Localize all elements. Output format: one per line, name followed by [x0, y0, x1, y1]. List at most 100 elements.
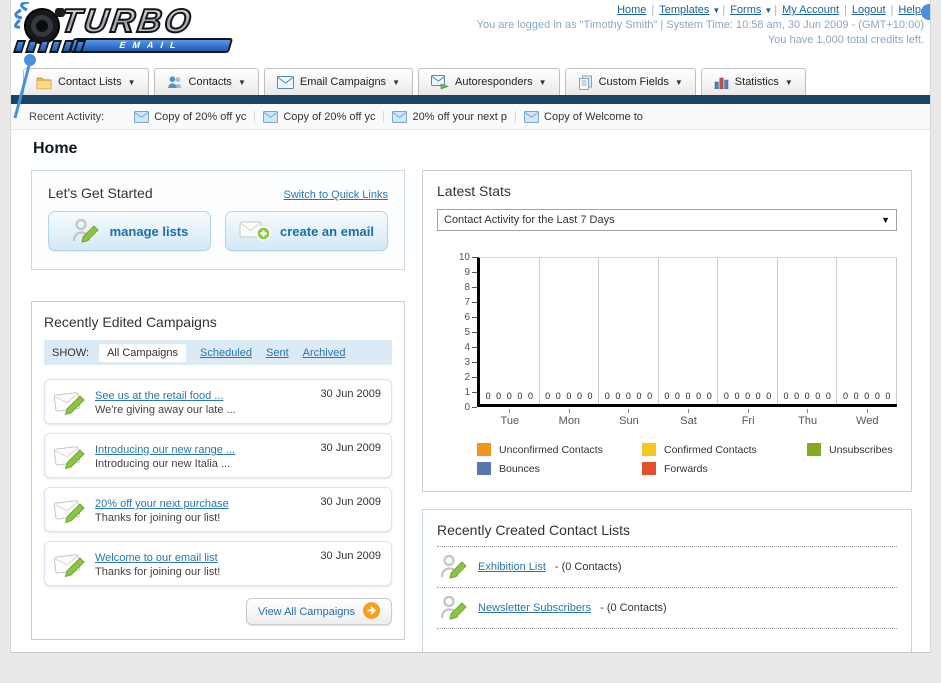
contact-activity-chart: 0 1 2 3 4 5 6 7 8 9 10 000000000000000000000000000…	[451, 252, 898, 427]
chart-y-axis: 0 1 2 3 4 5 6 7 8 9 10	[451, 252, 477, 413]
tab-label: Contact Lists	[58, 76, 122, 88]
tab-contacts[interactable]: Contacts ▼	[153, 68, 259, 95]
top-link-my-account[interactable]: My Account	[782, 4, 839, 16]
recent-activity-item[interactable]: Copy of 20% off yc	[255, 110, 385, 123]
chevron-down-icon: ▼	[674, 77, 683, 87]
view-all-campaigns-label: View All Campaigns	[257, 605, 355, 618]
y-tick-label: 1	[464, 387, 477, 398]
chart-x-axis: Tue Mon Sun Sat Fri Thu Wed	[480, 409, 897, 427]
campaign-row[interactable]: Introducing our new range ... Introducing…	[44, 433, 392, 478]
chart-zero-labels: 00000	[723, 391, 772, 401]
filter-archived[interactable]: Archived	[303, 347, 346, 359]
legend-item: Forwards	[642, 462, 807, 475]
recent-activity-item[interactable]: Copy of 20% off yc	[126, 110, 256, 123]
tab-statistics[interactable]: Statistics ▼	[700, 68, 806, 95]
tab-email-campaigns[interactable]: Email Campaigns ▼	[263, 68, 413, 95]
link-separator: |	[844, 4, 847, 16]
link-separator: |	[722, 4, 726, 16]
legend-swatch	[642, 462, 656, 475]
recent-activity-item-label: Copy of 20% off yc	[283, 110, 376, 123]
manage-lists-button[interactable]: manage lists	[48, 211, 211, 251]
get-started-button-label: manage lists	[109, 223, 189, 239]
filter-sent[interactable]: Sent	[266, 347, 289, 359]
chart-zero-labels: 00000	[843, 391, 891, 401]
y-tick-label: 5	[464, 327, 477, 338]
latest-stats-panel: Latest Stats Contact Activity for the La…	[422, 170, 912, 492]
stats-range-value: Contact Activity for the Last 7 Days	[444, 214, 615, 226]
x-tick-label: Sun	[599, 409, 659, 427]
chart-day-group: 00000	[718, 258, 778, 404]
x-tick-label: Wed	[837, 409, 897, 427]
recent-activity-label: Recent Activity:	[29, 110, 105, 123]
tab-contact-lists[interactable]: Contact Lists ▼	[23, 68, 149, 95]
campaign-title-link[interactable]: Introducing our new range ...	[95, 444, 235, 456]
list-pencil-icon	[439, 553, 469, 581]
campaign-title-link[interactable]: See us at the retail food ...	[95, 390, 223, 402]
credits-info: You have 1,000 total credits left.	[767, 34, 924, 46]
contact-list-row[interactable]: Exhibition List - (0 Contacts)	[437, 547, 897, 588]
recent-activity-item[interactable]: Copy of Welcome to	[516, 110, 651, 123]
campaigns-title: Recently Edited Campaigns	[44, 314, 217, 330]
link-separator: |	[774, 4, 778, 16]
chart-zero-labels: 00000	[545, 391, 593, 401]
email-plus-icon	[239, 219, 271, 243]
legend-item: Bounces	[477, 462, 642, 475]
campaign-edit-icon	[53, 494, 87, 524]
campaign-date: 30 Jun 2009	[320, 388, 381, 400]
chevron-down-icon: ▼	[538, 77, 547, 87]
top-link-templates[interactable]: Templates	[659, 4, 709, 16]
recent-activity-item[interactable]: 20% off your next p	[384, 110, 517, 123]
x-tick-label: Fri	[718, 409, 778, 427]
stats-range-dropdown[interactable]: Contact Activity for the Last 7 Days ▼	[437, 209, 897, 231]
app-window: TURBO EMAIL Home | Templates ▼ | Forms ▼ | My Ac…	[10, 0, 931, 653]
campaign-row[interactable]: 20% off your next purchase Thanks for joi…	[44, 487, 392, 532]
y-tick-label: 6	[464, 312, 477, 323]
contact-list-count: - (0 Contacts)	[554, 561, 622, 573]
tab-autoresponders[interactable]: Autoresponders ▼	[417, 68, 560, 95]
chart-day-group: 00000	[837, 258, 898, 404]
tab-custom-fields[interactable]: Custom Fields ▼	[564, 68, 696, 95]
recent-campaigns-panel: Recently Edited Campaigns SHOW: All Camp…	[31, 301, 405, 640]
list-pencil-icon	[71, 217, 101, 245]
recent-contact-lists-panel: Recently Created Contact Lists Exhibitio…	[422, 509, 912, 652]
campaign-filter-bar: SHOW: All Campaigns Scheduled Sent Archived	[44, 340, 392, 365]
campaign-row[interactable]: Welcome to our email list Thanks for join…	[44, 541, 392, 586]
top-link-forms[interactable]: Forms	[730, 4, 761, 16]
header-right: Home | Templates ▼ | Forms ▼ | My Account | Logout…	[477, 4, 924, 46]
recent-activity-items: Copy of 20% off yc Copy of 20% off yc 20% …	[126, 110, 651, 123]
top-link-help[interactable]: Help	[898, 4, 921, 16]
main-content: Home Let's Get Started Switch to Quick L…	[11, 130, 930, 652]
chart-day-group: 00000	[778, 258, 838, 404]
envelope-icon	[276, 75, 294, 89]
recent-activity-item-label: 20% off your next p	[412, 110, 508, 123]
small-envelope-icon	[392, 110, 408, 123]
latest-stats-title: Latest Stats	[437, 183, 511, 199]
contact-list-row[interactable]: Newsletter Subscribers - (0 Contacts)	[437, 588, 897, 629]
app-logo[interactable]: TURBO EMAIL	[12, 1, 263, 60]
switch-quick-links-link[interactable]: Switch to Quick Links	[283, 189, 388, 201]
contact-list-link[interactable]: Exhibition List	[478, 561, 546, 573]
filter-scheduled[interactable]: Scheduled	[200, 347, 252, 359]
logo-title: TURBO	[57, 1, 197, 40]
tab-label: Email Campaigns	[299, 76, 387, 88]
recent-activity-item-label: Copy of 20% off yc	[154, 110, 247, 123]
create-an-email-button[interactable]: create an email	[225, 211, 388, 251]
campaign-title-link[interactable]: 20% off your next purchase	[95, 498, 229, 510]
campaign-date: 30 Jun 2009	[320, 550, 381, 562]
x-tick-label: Sat	[659, 409, 719, 427]
small-envelope-icon	[524, 110, 540, 123]
filter-all-campaigns[interactable]: All Campaigns	[99, 343, 186, 362]
top-link-home[interactable]: Home	[617, 4, 646, 16]
contact-list-link[interactable]: Newsletter Subscribers	[478, 602, 591, 614]
campaign-title-link[interactable]: Welcome to our email list	[95, 552, 218, 564]
top-link-logout[interactable]: Logout	[852, 4, 886, 16]
view-all-campaigns-button[interactable]: View All Campaigns	[245, 598, 392, 625]
campaign-row[interactable]: See us at the retail food ... We're givin…	[44, 379, 392, 424]
header: TURBO EMAIL Home | Templates ▼ | Forms ▼ | My Ac…	[11, 0, 930, 62]
tab-label: Contacts	[188, 76, 232, 88]
chart-day-group: 00000	[480, 258, 540, 404]
chart-plot-area: 00000 00000 00000 00000 00000 00000 00000	[477, 257, 898, 407]
get-started-panel: Let's Get Started Switch to Quick Links …	[31, 170, 405, 270]
legend-label: Confirmed Contacts	[664, 443, 757, 456]
legend-swatch	[807, 443, 821, 456]
